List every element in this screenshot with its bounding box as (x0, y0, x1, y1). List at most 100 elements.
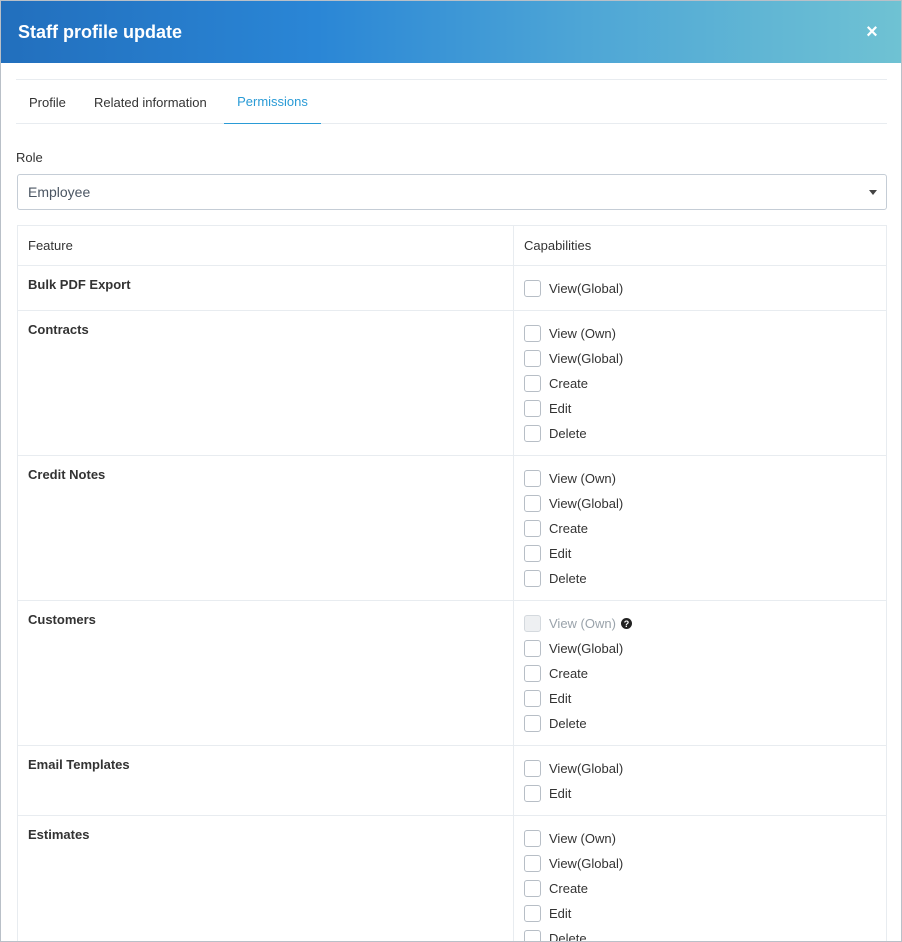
role-select[interactable]: Employee (17, 174, 887, 210)
capability-item: Create (524, 661, 886, 686)
capability-checkbox[interactable] (524, 280, 541, 297)
capability-item: View (Own) (524, 466, 886, 491)
capability-checkbox[interactable] (524, 375, 541, 392)
modal-title: Staff profile update (18, 21, 183, 42)
capability-checkbox[interactable] (524, 830, 541, 847)
tab-related-information[interactable]: Related information (94, 80, 207, 124)
modal-header: Staff profile update × (1, 1, 901, 63)
capability-label: View(Global) (549, 761, 624, 776)
capability-label: View(Global) (549, 281, 624, 296)
capability-item: Delete (524, 926, 886, 942)
capability-checkbox[interactable] (524, 715, 541, 732)
capability-label: Create (549, 881, 589, 896)
capability-checkbox[interactable] (524, 425, 541, 442)
capability-label: View(Global) (549, 351, 624, 366)
capability-item: Create (524, 371, 886, 396)
capability-item: View (Own)? (524, 611, 886, 636)
capability-label: Delete (549, 931, 587, 942)
capability-label: Edit (549, 786, 572, 801)
capability-checkbox[interactable] (524, 760, 541, 777)
capabilities-list: View (Own) View(Global) Create Edit Delete (514, 816, 886, 942)
capability-checkbox[interactable] (524, 325, 541, 342)
capability-item: Delete (524, 566, 886, 591)
capability-item: View (Own) (524, 321, 886, 346)
capability-checkbox[interactable] (524, 905, 541, 922)
capabilities-list: View (Own) View(Global) Create Edit Delete (514, 456, 886, 600)
capability-checkbox[interactable] (524, 570, 541, 587)
feature-name: Customers (18, 601, 514, 745)
table-row: Estimates View (Own) View(Global) Create Edi… (18, 816, 886, 942)
capability-checkbox[interactable] (524, 785, 541, 802)
capability-item: View(Global) (524, 491, 886, 516)
capability-checkbox[interactable] (524, 855, 541, 872)
table-row: Credit Notes View (Own) View(Global) Create… (18, 456, 886, 601)
capability-label: Edit (549, 401, 572, 416)
capability-item: Edit (524, 541, 886, 566)
table-row: Bulk PDF Export View(Global) (18, 266, 886, 311)
close-icon[interactable]: × (863, 22, 881, 42)
capability-label: Delete (549, 571, 587, 586)
capability-item: Delete (524, 711, 886, 736)
staff-profile-modal: Staff profile update × Profile Related i… (0, 0, 902, 942)
table-row: Contracts View (Own) View(Global) Create Edi… (18, 311, 886, 456)
capability-label: Create (549, 666, 589, 681)
table-row: Customers View (Own)? View(Global) Create Ed… (18, 601, 886, 746)
capability-checkbox[interactable] (524, 350, 541, 367)
capability-checkbox[interactable] (524, 880, 541, 897)
capabilities-column-header: Capabilities (524, 238, 592, 253)
capability-label: View(Global) (549, 496, 624, 511)
feature-name: Credit Notes (18, 456, 514, 600)
caret-down-icon (869, 189, 877, 195)
permissions-table-body: Bulk PDF Export View(Global) Contracts View… (18, 266, 886, 942)
capability-checkbox[interactable] (524, 640, 541, 657)
capability-label: Edit (549, 691, 572, 706)
permissions-table-header: Feature Capabilities (18, 226, 886, 266)
capability-checkbox[interactable] (524, 545, 541, 562)
capability-label: Edit (549, 906, 572, 921)
tab-permissions[interactable]: Permissions (224, 80, 321, 124)
capability-item: View(Global) (524, 851, 886, 876)
capability-label: View (Own) (549, 616, 616, 631)
capabilities-list: View(Global) (514, 266, 886, 310)
capabilities-list: View(Global) Edit (514, 746, 886, 815)
capability-checkbox[interactable] (524, 400, 541, 417)
capability-label: Edit (549, 546, 572, 561)
role-select-value: Employee (28, 184, 91, 200)
capability-label: Delete (549, 426, 587, 441)
capability-label: Create (549, 521, 589, 536)
capability-label: View(Global) (549, 856, 624, 871)
tab-profile[interactable]: Profile (29, 80, 66, 124)
capability-item: Edit (524, 781, 886, 806)
capability-item: Delete (524, 421, 886, 446)
capability-checkbox[interactable] (524, 690, 541, 707)
role-label: Role (16, 150, 43, 165)
capability-item: Create (524, 876, 886, 901)
tab-bar: Profile Related information Permissions (16, 79, 887, 124)
permissions-table: Feature Capabilities Bulk PDF Export View… (17, 225, 887, 942)
capability-item: Edit (524, 396, 886, 421)
capabilities-list: View (Own) View(Global) Create Edit Delete (514, 311, 886, 455)
capability-checkbox[interactable] (524, 495, 541, 512)
capability-checkbox[interactable] (524, 470, 541, 487)
capability-label: Create (549, 376, 589, 391)
feature-name: Bulk PDF Export (18, 266, 514, 310)
capability-item: View(Global) (524, 346, 886, 371)
feature-name: Email Templates (18, 746, 514, 815)
capability-item: Edit (524, 901, 886, 926)
capability-label: View (Own) (549, 326, 616, 341)
capability-item: View (Own) (524, 826, 886, 851)
capability-checkbox[interactable] (524, 520, 541, 537)
capability-item: View(Global) (524, 756, 886, 781)
capability-item: View(Global) (524, 636, 886, 661)
help-icon[interactable]: ? (620, 618, 632, 629)
capability-item: Create (524, 516, 886, 541)
feature-name: Contracts (18, 311, 514, 455)
table-row: Email Templates View(Global) Edit (18, 746, 886, 816)
capability-label: View (Own) (549, 471, 616, 486)
capability-checkbox[interactable] (524, 930, 541, 941)
feature-column-header: Feature (18, 226, 514, 265)
capability-label: Delete (549, 716, 587, 731)
capability-label: View(Global) (549, 641, 624, 656)
capability-checkbox[interactable] (524, 665, 541, 682)
feature-name: Estimates (18, 816, 514, 941)
